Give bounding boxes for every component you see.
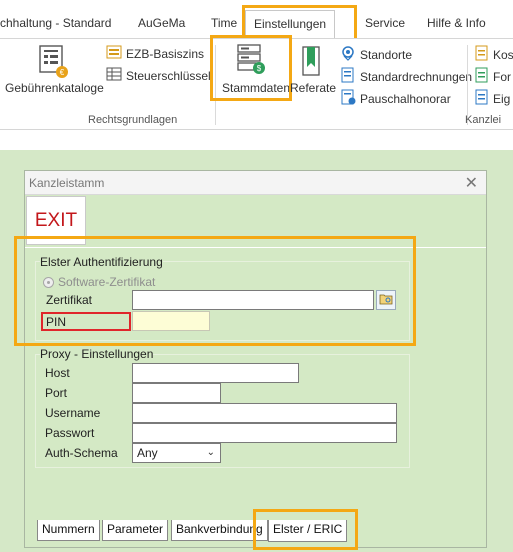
folder-icon: [379, 293, 393, 308]
elster-legend: Elster Authentifizierung: [40, 255, 163, 269]
port-input[interactable]: [132, 383, 221, 403]
referate-label: Referate: [290, 81, 337, 95]
group-separator-2: [467, 45, 468, 125]
divider: [25, 247, 486, 248]
stammdaten-button[interactable]: $ Stammdaten: [214, 39, 291, 99]
pin-label: PIN: [46, 315, 67, 329]
tab-buchhaltung[interactable]: chhaltung - Standard: [0, 16, 111, 30]
for-label: For: [493, 69, 511, 84]
ribbon-tabbar: chhaltung - Standard AuGeMa Time Einstel…: [0, 0, 513, 39]
auth-schema-label: Auth-Schema: [45, 446, 118, 460]
username-input[interactable]: [132, 403, 397, 423]
ezb-basiszins-button[interactable]: EZB-Basiszins: [106, 45, 204, 62]
host-label: Host: [45, 366, 70, 380]
browse-folder-button[interactable]: [376, 290, 396, 310]
standorte-button[interactable]: Standorte: [340, 45, 412, 64]
list-icon: [475, 89, 489, 108]
group-label-kanzlei: Kanzlei: [465, 114, 502, 126]
server-database-icon: $: [236, 43, 266, 78]
software-zertifikat-label: Software-Zertifikat: [58, 275, 156, 289]
tab-einstellungen[interactable]: Einstellungen: [245, 10, 336, 39]
tab-time[interactable]: Time: [211, 16, 237, 30]
kos-label: Kos: [493, 47, 513, 62]
bookmark-icon: [301, 45, 323, 82]
table-icon: [106, 67, 122, 84]
zertifikat-input[interactable]: [132, 290, 374, 310]
exit-button[interactable]: EXIT: [26, 196, 86, 245]
eig-button[interactable]: Eig: [475, 89, 510, 108]
location-icon: [340, 45, 356, 64]
tab-nummern[interactable]: Nummern: [37, 520, 100, 541]
pauschalhonorar-label: Pauschalhonorar: [360, 91, 451, 106]
software-zertifikat-radio[interactable]: [43, 277, 54, 288]
svg-text:€: €: [60, 68, 65, 77]
tab-hilfe-info[interactable]: Hilfe & Info: [427, 16, 486, 30]
pin-input[interactable]: [132, 311, 210, 331]
standardrechnungen-label: Standardrechnungen: [360, 69, 473, 84]
ezb-icon: [106, 45, 122, 62]
ribbon-body: € Gebührenkataloge EZB-Basiszins Steuers…: [0, 35, 513, 130]
zertifikat-label: Zertifikat: [46, 293, 93, 307]
standardrechnungen-button[interactable]: Standardrechnungen: [340, 67, 472, 86]
group-label-rechtsgrundlagen: Rechtsgrundlagen: [88, 114, 178, 126]
port-label: Port: [45, 386, 68, 400]
gebuehrenkataloge-button[interactable]: € Gebührenkataloge: [0, 41, 106, 101]
catalog-icon: €: [37, 45, 69, 82]
tab-service[interactable]: Service: [365, 16, 405, 30]
form-icon: [475, 67, 489, 86]
dialog-titlebar: Kanzleistamm ✕: [25, 171, 486, 195]
close-icon[interactable]: ✕: [465, 173, 478, 193]
auth-schema-select[interactable]: Any ⌄: [132, 443, 221, 463]
kanzleistamm-dialog: Kanzleistamm ✕ EXIT Elster Authentifizie…: [24, 170, 487, 548]
tab-augema[interactable]: AuGeMa: [138, 16, 185, 30]
kos-button[interactable]: Kos: [475, 45, 513, 64]
steuerschluessel-label: Steuerschlüssel: [126, 68, 211, 83]
for-button[interactable]: For: [475, 67, 511, 86]
document-icon: [340, 89, 356, 108]
cost-icon: [475, 45, 489, 64]
passwort-label: Passwort: [45, 426, 95, 440]
invoice-icon: [340, 67, 356, 86]
tab-parameter[interactable]: Parameter: [102, 520, 169, 541]
host-input[interactable]: [132, 363, 299, 383]
referate-button[interactable]: Referate: [289, 41, 337, 101]
svg-text:$: $: [257, 64, 262, 73]
passwort-input[interactable]: [132, 423, 397, 443]
username-label: Username: [45, 406, 101, 420]
steuerschluessel-button[interactable]: Steuerschlüssel: [106, 67, 211, 84]
chevron-down-icon: ⌄: [206, 447, 215, 458]
pauschalhonorar-button[interactable]: Pauschalhonorar: [340, 89, 451, 108]
stammdaten-label: Stammdaten: [222, 81, 291, 95]
eig-label: Eig: [493, 91, 511, 106]
gebuehrenkataloge-label: Gebührenkataloge: [5, 81, 104, 95]
auth-schema-value: Any: [137, 446, 158, 460]
dialog-title: Kanzleistamm: [29, 176, 105, 190]
tab-elster-eric[interactable]: Elster / ERIC: [268, 520, 348, 542]
standorte-label: Standorte: [360, 47, 413, 62]
tab-bankverbindung[interactable]: Bankverbindung: [171, 520, 268, 541]
ezb-label: EZB-Basiszins: [126, 46, 205, 61]
proxy-legend: Proxy - Einstellungen: [40, 347, 154, 361]
